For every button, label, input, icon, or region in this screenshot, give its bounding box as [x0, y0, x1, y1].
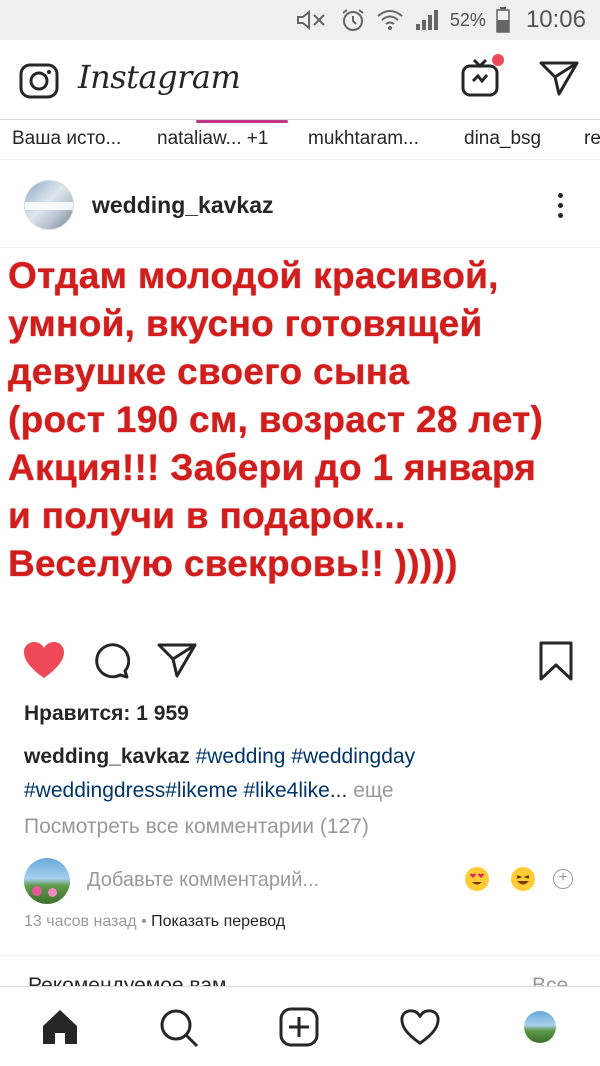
status-icons: 52% 10:06 [296, 6, 586, 34]
battery-icon [496, 7, 510, 33]
post-actions [0, 630, 600, 690]
search-icon[interactable] [158, 1007, 200, 1054]
post-caption: wedding_kavkaz #wedding #weddingday #wed… [24, 740, 584, 808]
comment-icon[interactable] [90, 640, 131, 685]
app-header: Instagram [0, 40, 600, 120]
caption-hashtags[interactable]: #wedding #weddingday [196, 745, 416, 768]
story-item-partial[interactable]: re [584, 128, 600, 150]
share-icon[interactable] [156, 640, 198, 685]
view-all-comments-link[interactable]: Посмотреть все комментарии (127) [24, 815, 369, 839]
alarm-icon [340, 7, 366, 33]
post-header: wedding_kavkaz [0, 162, 600, 248]
post-image-text-line: Отдам молодой красивой, [8, 255, 499, 296]
post-image-text-line: и получи в подарок... [8, 495, 406, 536]
timestamp-separator: • [136, 913, 152, 930]
home-icon[interactable] [40, 1007, 80, 1052]
caption-more-link[interactable]: еще [353, 779, 393, 802]
add-emoji-icon[interactable]: + [553, 869, 573, 889]
more-options-icon[interactable] [550, 190, 570, 220]
notification-dot [492, 54, 504, 66]
story-item-dina-bsg[interactable]: dina_bsg [464, 128, 541, 150]
caption-username[interactable]: wedding_kavkaz [24, 745, 190, 768]
post-image-text-line: умной, вкусно готовящей [8, 303, 483, 344]
suggestions-title: Рекомендуемое вам [28, 974, 227, 986]
camera-icon[interactable] [18, 60, 60, 105]
post-timestamp: 13 часов назад [24, 913, 137, 930]
current-user-avatar [24, 858, 70, 904]
direct-message-icon[interactable] [538, 58, 580, 103]
caption-line: #weddingdress#likeme #like4like... еще [24, 774, 584, 808]
laughing-emoji-icon[interactable] [511, 867, 535, 891]
stories-strip[interactable]: Ваша исто... nataliaw... +1 mukhtaram...… [0, 120, 600, 160]
activity-heart-icon[interactable] [399, 1007, 441, 1052]
status-bar: 52% 10:06 [0, 0, 600, 40]
comment-input[interactable]: Добавьте комментарий... [87, 869, 319, 892]
add-comment-row: Добавьте комментарий... + [0, 852, 600, 908]
heart-eyes-emoji-icon[interactable] [465, 867, 489, 891]
see-all-link[interactable]: Все [532, 974, 568, 986]
caption-hashtags[interactable]: #weddingdress#likeme #like4like [24, 779, 330, 802]
wifi-icon [376, 8, 404, 32]
igtv-icon[interactable] [460, 54, 504, 103]
story-active-indicator [196, 120, 288, 123]
mute-icon [296, 9, 330, 31]
show-translation-link[interactable]: Показать перевод [151, 913, 285, 930]
avatar-logo-band [25, 202, 73, 210]
post-image-text-line: Веселую свекровь!! ))))) [8, 543, 458, 584]
signal-icon [414, 8, 440, 32]
app-title: Instagram [78, 58, 241, 96]
story-item-own[interactable]: Ваша исто... [12, 128, 121, 150]
post-author-username[interactable]: wedding_kavkaz [92, 192, 274, 219]
story-item-nataliaw[interactable]: nataliaw... +1 [157, 128, 268, 150]
bottom-navigation [0, 986, 600, 1066]
like-heart-icon[interactable] [22, 640, 66, 685]
likes-count[interactable]: Нравится: 1 959 [24, 702, 189, 726]
post-timestamp-row: 13 часов назад • Показать перевод [24, 913, 285, 931]
post-image[interactable]: Отдам молодой красивой, умной, вкусно го… [0, 248, 600, 618]
battery-percent: 52% [449, 9, 486, 30]
caption-line: wedding_kavkaz #wedding #weddingday [24, 740, 584, 774]
post-image-text-line: девушке своего сына [8, 351, 410, 392]
post-image-text-line: Акция!!! Забери до 1 января [8, 447, 537, 488]
clock: 10:06 [525, 6, 586, 33]
new-post-icon[interactable] [279, 1007, 319, 1052]
post-author-avatar[interactable] [24, 180, 74, 230]
caption-ellipsis: ... [329, 779, 348, 802]
profile-avatar[interactable] [524, 1011, 556, 1043]
save-bookmark-icon[interactable] [538, 640, 574, 687]
post-image-text-line: (рост 190 см, возраст 28 лет) [8, 399, 544, 440]
story-item-mukhtaram[interactable]: mukhtaram... [308, 128, 419, 150]
suggestions-header: Рекомендуемое вам Все [0, 956, 600, 986]
